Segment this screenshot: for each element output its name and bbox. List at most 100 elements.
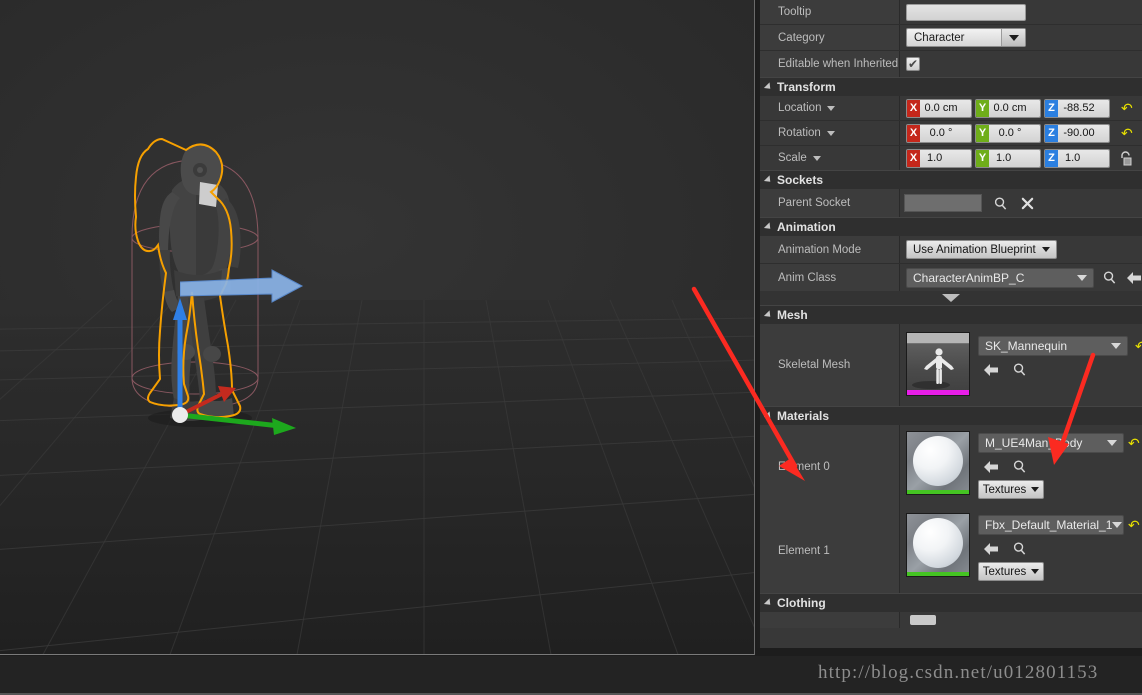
reset-rotation-icon[interactable]: ↶ bbox=[1121, 126, 1133, 140]
row-anim-class: Anim Class CharacterAnimBP_C bbox=[760, 264, 1142, 291]
location-y-field[interactable]: Y 0.0 cm bbox=[975, 98, 1041, 118]
watermark-text: http://blog.csdn.net/u012801153 bbox=[818, 662, 1099, 683]
skeletal-mesh-dropdown[interactable]: SK_Mannequin bbox=[978, 336, 1128, 356]
unreal-editor-window: http://blog.csdn.net/u012801153 Tooltip … bbox=[0, 0, 1142, 695]
scale-x-field[interactable]: X 1.0 bbox=[906, 148, 972, 168]
row-material-element-0: Element 0 M_UE4Man_Body ↶ Textures bbox=[760, 425, 1142, 509]
collapse-triangle-icon bbox=[763, 174, 774, 185]
row-animation-mode: Animation Mode Use Animation Blueprint bbox=[760, 236, 1142, 263]
section-header-clothing[interactable]: Clothing bbox=[760, 593, 1142, 612]
section-expander-handle[interactable] bbox=[760, 291, 1142, 305]
arrow-left-icon[interactable] bbox=[982, 458, 999, 475]
row-location: Location X 0.0 cm Y 0.0 cm Z -88.52 ↶ bbox=[760, 96, 1142, 120]
section-header-materials[interactable]: Materials bbox=[760, 406, 1142, 425]
chevron-down-icon[interactable] bbox=[812, 155, 821, 161]
tooltip-label: Tooltip bbox=[760, 0, 900, 24]
collapse-triangle-icon bbox=[763, 410, 774, 421]
clothing-partial-widget[interactable] bbox=[910, 615, 936, 625]
chevron-down-icon bbox=[1112, 522, 1123, 528]
skeletal-mesh-label: Skeletal Mesh bbox=[760, 324, 900, 406]
material-0-thumbnail[interactable] bbox=[906, 431, 970, 495]
animation-title: Animation bbox=[777, 220, 836, 234]
category-value: Character bbox=[914, 31, 965, 44]
details-panel: Tooltip Category Character Editable when… bbox=[760, 0, 1142, 648]
sockets-title: Sockets bbox=[777, 173, 824, 187]
reset-arrow-icon[interactable]: ↶ bbox=[1128, 436, 1140, 450]
magnifier-icon[interactable] bbox=[1011, 361, 1028, 378]
material-1-thumbnail[interactable] bbox=[906, 513, 970, 577]
collapse-triangle-icon bbox=[763, 81, 774, 92]
material-1-textures-button[interactable]: Textures bbox=[978, 562, 1044, 581]
location-x-field[interactable]: X 0.0 cm bbox=[906, 98, 972, 118]
collapse-triangle-icon bbox=[763, 309, 774, 320]
location-z-field[interactable]: Z -88.52 bbox=[1044, 98, 1110, 118]
anim-class-label: Anim Class bbox=[760, 264, 900, 291]
rotation-z-field[interactable]: Z -90.00 bbox=[1044, 123, 1110, 143]
animation-mode-dropdown[interactable]: Use Animation Blueprint bbox=[906, 240, 1057, 259]
section-header-animation[interactable]: Animation bbox=[760, 217, 1142, 236]
material-0-dropdown[interactable]: M_UE4Man_Body bbox=[978, 433, 1124, 453]
textures-label: Textures bbox=[982, 483, 1027, 496]
section-header-transform[interactable]: Transform bbox=[760, 77, 1142, 96]
magnifier-icon[interactable] bbox=[1011, 540, 1028, 557]
row-clothing-partial bbox=[760, 612, 1142, 628]
material-1-value: Fbx_Default_Material_1 bbox=[985, 518, 1113, 532]
row-rotation: Rotation X 0.0 ° Y 0.0 ° Z -90.00 ↶ bbox=[760, 121, 1142, 145]
reset-arrow-icon[interactable]: ↶ bbox=[1128, 518, 1140, 532]
perspective-viewport[interactable] bbox=[0, 0, 755, 655]
category-dropdown[interactable]: Character bbox=[906, 28, 1026, 47]
rotation-label: Rotation bbox=[778, 127, 821, 139]
material-0-textures-button[interactable]: Textures bbox=[978, 480, 1044, 499]
chevron-down-icon bbox=[1031, 487, 1040, 492]
arrow-left-icon[interactable] bbox=[982, 540, 999, 557]
mesh-title: Mesh bbox=[777, 308, 808, 322]
scale-y-field[interactable]: Y 1.0 bbox=[975, 148, 1041, 168]
thumbnail-type-bar bbox=[907, 572, 969, 576]
close-x-icon[interactable] bbox=[1019, 195, 1036, 212]
thumbnail-type-bar bbox=[907, 390, 969, 395]
animation-mode-label: Animation Mode bbox=[760, 236, 900, 263]
transform-title: Transform bbox=[777, 80, 836, 94]
chevron-down-icon[interactable] bbox=[1001, 29, 1025, 46]
anim-class-value: CharacterAnimBP_C bbox=[913, 270, 1025, 285]
section-header-mesh[interactable]: Mesh bbox=[760, 305, 1142, 324]
scale-lock-icon[interactable] bbox=[1119, 150, 1132, 166]
parent-socket-label: Parent Socket bbox=[760, 189, 900, 217]
anim-class-dropdown[interactable]: CharacterAnimBP_C bbox=[906, 267, 1094, 288]
skeletal-mesh-value: SK_Mannequin bbox=[985, 339, 1068, 353]
collapse-triangle-icon bbox=[763, 597, 774, 608]
rotation-x-field[interactable]: X 0.0 ° bbox=[906, 123, 972, 143]
row-skeletal-mesh: Skeletal Mesh SK_Mannequin ↶ bbox=[760, 324, 1142, 406]
row-editable-when-inherited: Editable when Inherited ✔ bbox=[760, 51, 1142, 77]
translate-handle-arrow[interactable] bbox=[180, 268, 305, 310]
chevron-down-icon bbox=[1031, 569, 1040, 574]
arrow-left-icon[interactable] bbox=[1125, 269, 1142, 286]
section-header-sockets[interactable]: Sockets bbox=[760, 170, 1142, 189]
editable-when-inherited-checkbox[interactable]: ✔ bbox=[906, 57, 920, 71]
location-xyz: X 0.0 cm Y 0.0 cm Z -88.52 ↶ bbox=[906, 98, 1133, 118]
scale-xyz: X 1.0 Y 1.0 Z 1.0 bbox=[906, 148, 1132, 168]
magnifier-icon[interactable] bbox=[992, 195, 1009, 212]
skeletal-mesh-thumbnail[interactable] bbox=[906, 332, 970, 396]
animation-mode-value: Use Animation Blueprint bbox=[913, 243, 1036, 256]
textures-label: Textures bbox=[982, 565, 1027, 578]
reset-location-icon[interactable]: ↶ bbox=[1121, 101, 1133, 115]
thumbnail-type-bar bbox=[907, 490, 969, 494]
reset-arrow-icon[interactable]: ↶ bbox=[1135, 339, 1142, 353]
chevron-down-icon[interactable] bbox=[826, 130, 835, 136]
rotation-y-field[interactable]: Y 0.0 ° bbox=[975, 123, 1041, 143]
category-label: Category bbox=[760, 25, 900, 50]
row-category: Category Character bbox=[760, 25, 1142, 50]
row-parent-socket: Parent Socket bbox=[760, 189, 1142, 217]
element-0-label: Element 0 bbox=[760, 425, 900, 509]
tooltip-input[interactable] bbox=[906, 3, 1026, 21]
magnifier-icon[interactable] bbox=[1101, 269, 1118, 286]
chevron-down-icon[interactable] bbox=[827, 105, 836, 111]
material-0-value: M_UE4Man_Body bbox=[985, 436, 1083, 450]
arrow-left-icon[interactable] bbox=[982, 361, 999, 378]
parent-socket-input[interactable] bbox=[904, 194, 982, 212]
scale-z-field[interactable]: Z 1.0 bbox=[1044, 148, 1110, 168]
magnifier-icon[interactable] bbox=[1011, 458, 1028, 475]
editable-when-inherited-label: Editable when Inherited bbox=[760, 51, 900, 77]
material-1-dropdown[interactable]: Fbx_Default_Material_1 bbox=[978, 515, 1124, 535]
